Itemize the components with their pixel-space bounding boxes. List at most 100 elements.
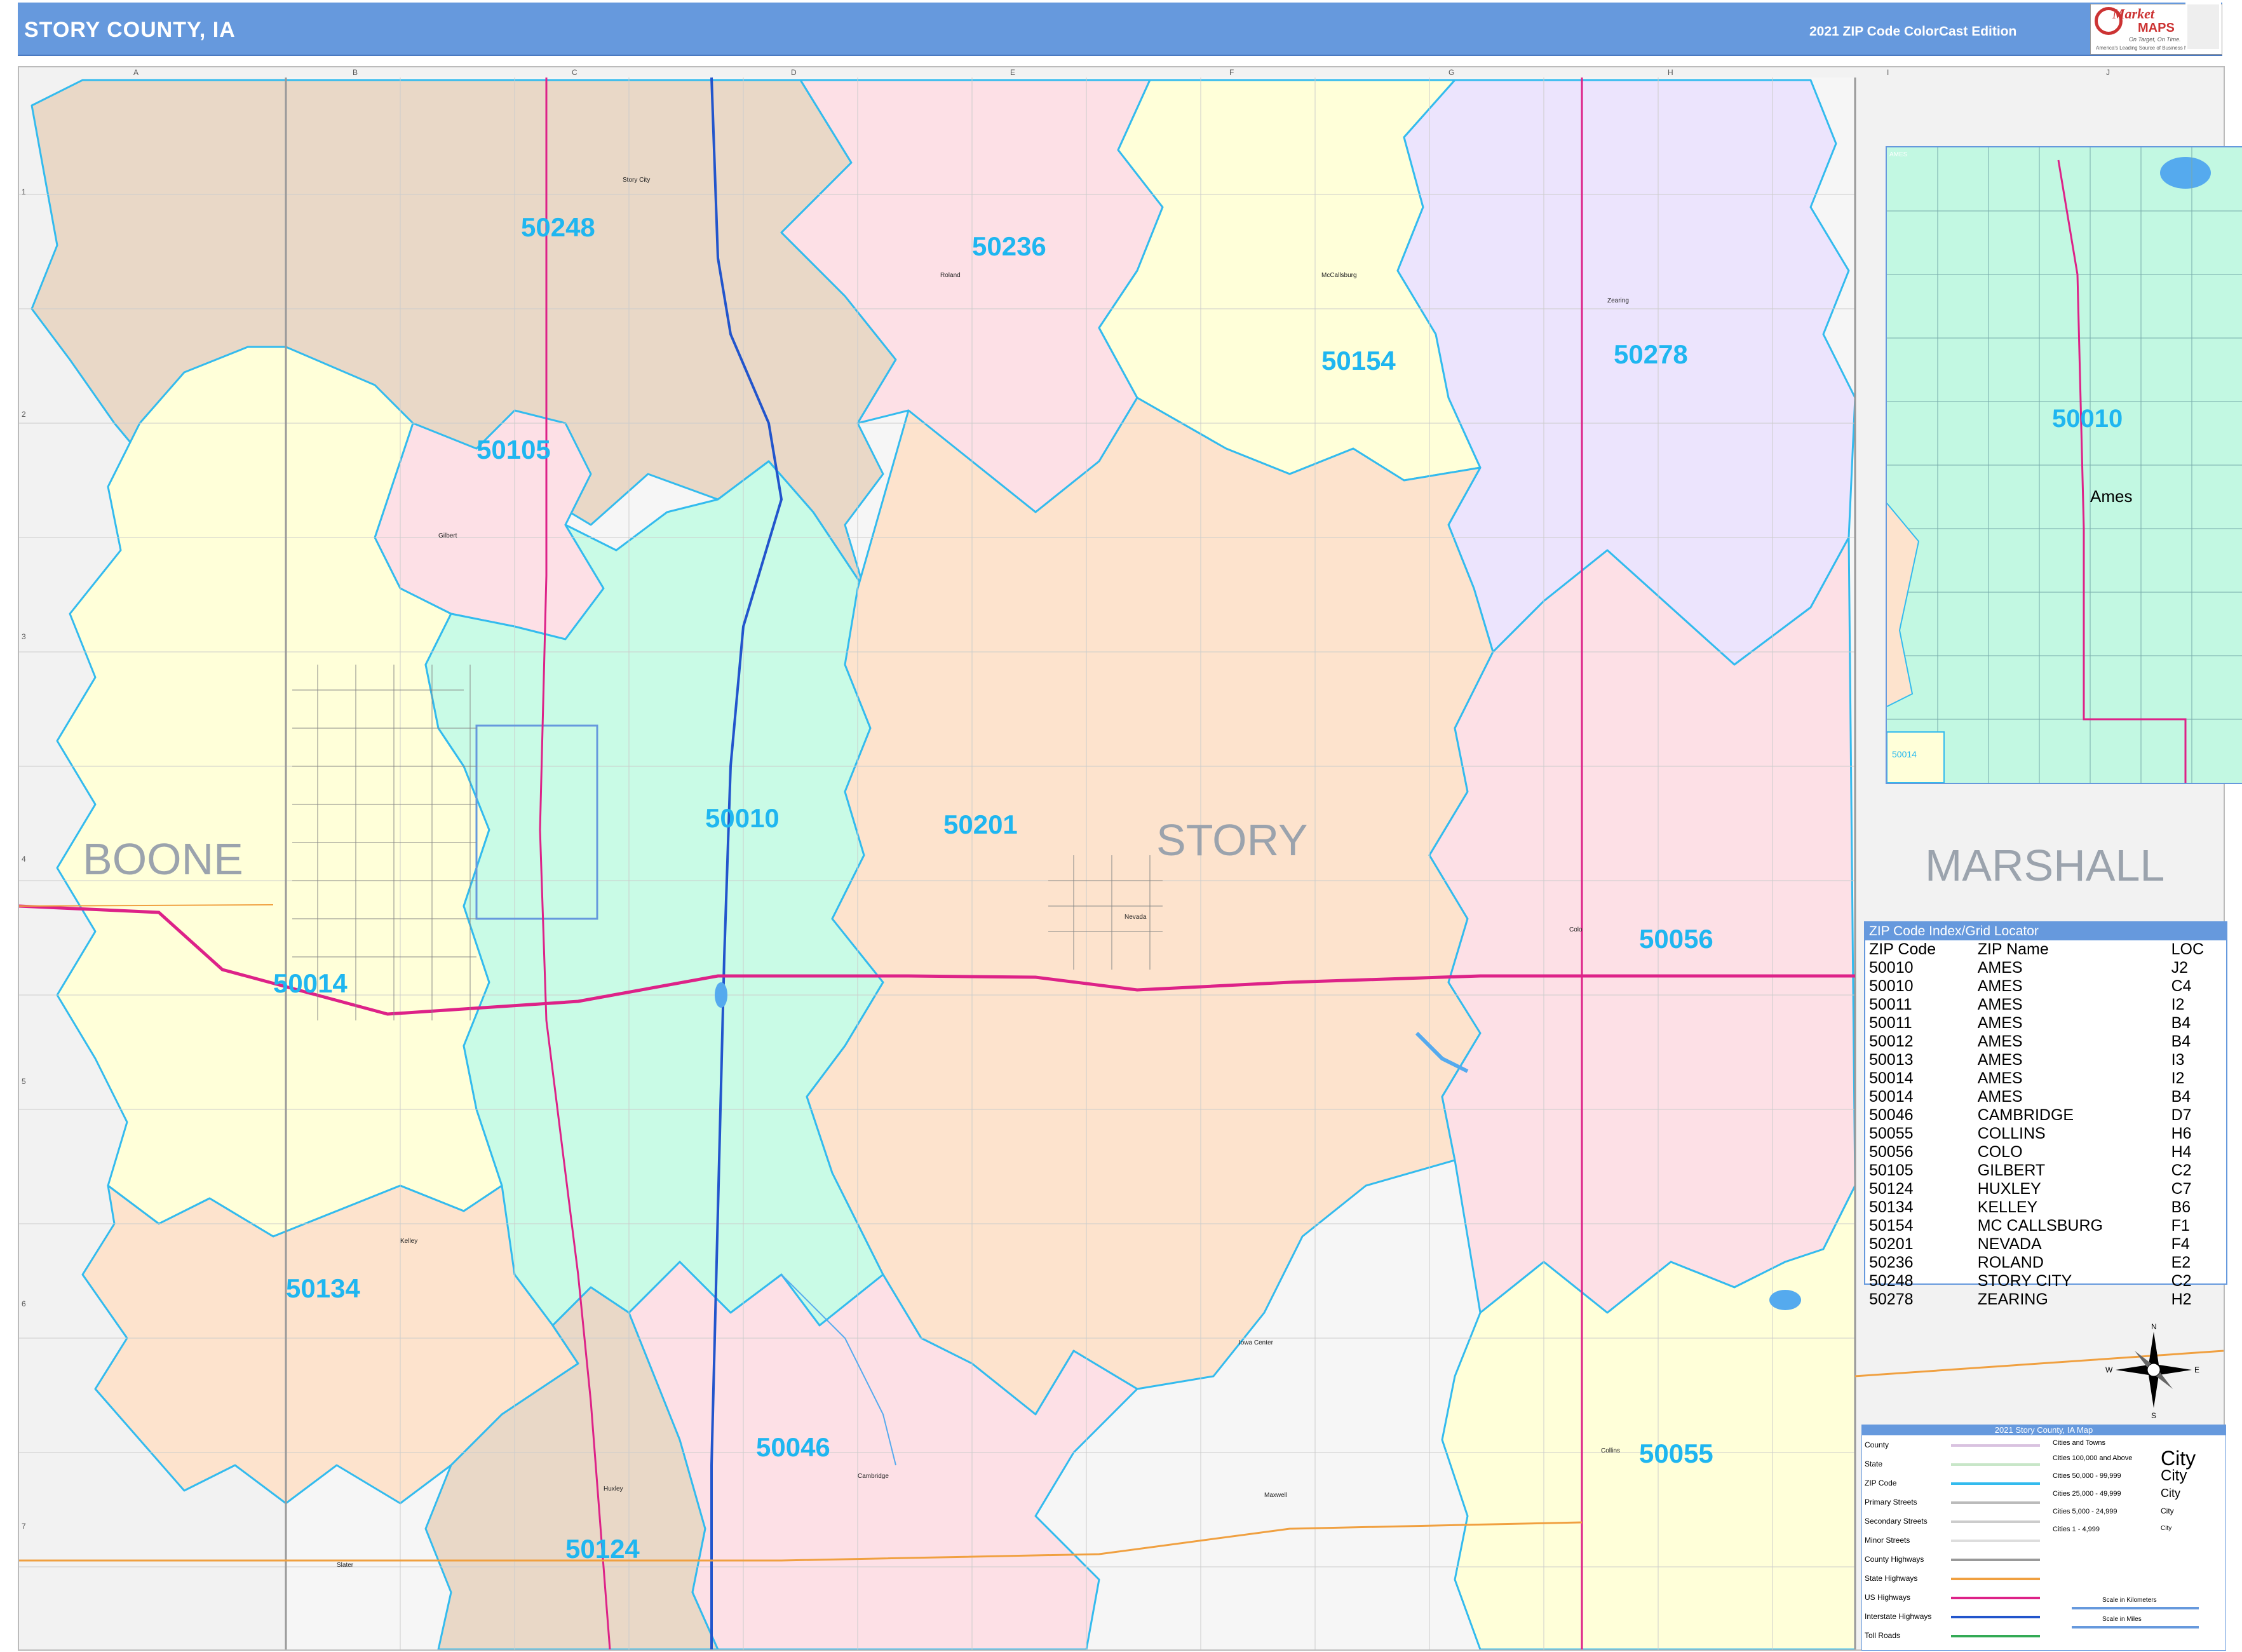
map-legend: 2021 Story County, IA Map County State ZIP… bbox=[1861, 1425, 2226, 1651]
zip-index-row: 50046 CAMBRIDGE D7 bbox=[1865, 1106, 2226, 1125]
county-label-marshall: MARSHALL bbox=[1925, 841, 2164, 890]
zip-index-row: 50105 GILBERT C2 bbox=[1865, 1161, 2226, 1180]
zip-index-col-name: ZIP Name bbox=[1977, 940, 2049, 958]
legend-city-title: Cities and Towns bbox=[2053, 1439, 2105, 1447]
place-story-city: Story City bbox=[623, 177, 650, 184]
place-collins: Collins bbox=[1601, 1447, 1620, 1454]
place-cambridge: Cambridge bbox=[858, 1473, 889, 1480]
zip-index-row: 50134 KELLEY B6 bbox=[1865, 1198, 2226, 1217]
zip-index-cell-code: 50046 bbox=[1869, 1106, 1914, 1124]
grid-col-i: I bbox=[1887, 68, 1889, 77]
inset-title: AMES bbox=[1889, 151, 1908, 158]
zip-index-cell-name: KELLEY bbox=[1977, 1198, 2038, 1216]
zip-index-cell-name: ROLAND bbox=[1977, 1254, 2044, 1271]
grid-row-6: 6 bbox=[22, 1299, 26, 1308]
zip-index-cell-code: 50248 bbox=[1869, 1272, 1914, 1290]
place-kelley: Kelley bbox=[400, 1238, 417, 1245]
zip-index-cell-name: HUXLEY bbox=[1977, 1180, 2041, 1198]
zip-index-cell-name: AMES bbox=[1977, 996, 2023, 1013]
zip-index-table: ZIP Code ZIP Name LOC 50010 AMES J2 50010 AM… bbox=[1865, 940, 2226, 1309]
zip-index-cell-name: AMES bbox=[1977, 1051, 2023, 1069]
zip-index-panel: ZIP Code Index/Grid Locator ZIP Code ZIP… bbox=[1864, 921, 2227, 1308]
legend-item-label: State bbox=[1865, 1459, 1883, 1468]
legend-item-label: Primary Streets bbox=[1865, 1498, 1917, 1506]
zip-index-cell-code: 50124 bbox=[1869, 1180, 1914, 1198]
legend-city-sample: City bbox=[2161, 1506, 2174, 1515]
legend-title: 2021 Story County, IA Map bbox=[1862, 1425, 2225, 1435]
map-frame: A B C D E F G H I J 1 2 3 4 5 6 7 BOONE … bbox=[18, 66, 2242, 1651]
legend-city-sample: City bbox=[2161, 1467, 2187, 1484]
legend-item-swatch bbox=[1951, 1597, 2040, 1599]
zip-index-cell-name: AMES bbox=[1977, 1032, 2023, 1050]
zip-index-row: 50201 NEVADA F4 bbox=[1865, 1235, 2226, 1254]
zip-label-50055: 50055 bbox=[1639, 1439, 1713, 1468]
logo-tagline: On Target, On Time. bbox=[2129, 36, 2181, 43]
zip-index-cell-code: 50154 bbox=[1869, 1217, 1914, 1235]
zip-index-col-code: ZIP Code bbox=[1869, 940, 1936, 958]
place-huxley: Huxley bbox=[604, 1486, 623, 1493]
compass-e: E bbox=[2194, 1365, 2199, 1374]
legend-item-label: ZIP Code bbox=[1865, 1479, 1897, 1487]
legend-item-swatch bbox=[1951, 1559, 2040, 1561]
grid-col-c: C bbox=[572, 68, 577, 77]
grid-col-a: A bbox=[133, 68, 138, 77]
legend-item-label: Toll Roads bbox=[1865, 1631, 1901, 1640]
zip-index-cell-name: AMES bbox=[1977, 1088, 2023, 1106]
zip-index-cell-loc: D7 bbox=[2171, 1106, 2192, 1124]
legend-item-label: Minor Streets bbox=[1865, 1536, 1910, 1545]
zip-label-50124: 50124 bbox=[565, 1534, 640, 1564]
place-nevada: Nevada bbox=[1124, 914, 1147, 921]
zip-index-cell-loc: B6 bbox=[2171, 1198, 2191, 1216]
compass-n: N bbox=[2151, 1322, 2157, 1331]
legend-scale-mi: Scale in Miles bbox=[2102, 1616, 2142, 1623]
zip-index-cell-loc: I2 bbox=[2171, 1069, 2185, 1087]
zip-index-cell-loc: B4 bbox=[2171, 1014, 2191, 1032]
zip-index-cell-code: 50014 bbox=[1869, 1088, 1914, 1106]
legend-scale-mi-bar bbox=[2072, 1626, 2199, 1628]
zip-index-cell-name: AMES bbox=[1977, 1069, 2023, 1087]
zip-index-cell-loc: J2 bbox=[2171, 959, 2188, 977]
legend-city-tier: Cities 5,000 - 24,999 bbox=[2053, 1508, 2117, 1515]
grid-row-4: 4 bbox=[22, 855, 26, 863]
zip-index-cell-code: 50201 bbox=[1869, 1235, 1914, 1253]
edition-label: 2021 ZIP Code ColorCast Edition bbox=[1809, 24, 2017, 39]
zip-index-row: 50011 AMES B4 bbox=[1865, 1014, 2226, 1032]
zip-label-50236: 50236 bbox=[972, 231, 1046, 261]
zip-index-row: 50010 AMES J2 bbox=[1865, 959, 2226, 977]
zip-index-row: 50056 COLO H4 bbox=[1865, 1143, 2226, 1161]
legend-item-label: State Highways bbox=[1865, 1574, 1918, 1583]
legend-item-label: Secondary Streets bbox=[1865, 1517, 1928, 1526]
zip-index-cell-loc: H6 bbox=[2171, 1125, 2192, 1142]
legend-item-swatch bbox=[1951, 1444, 2040, 1447]
logo-word-market: Market bbox=[2112, 6, 2154, 22]
zip-index-row: 50014 AMES I2 bbox=[1865, 1069, 2226, 1088]
zip-index-header-row: ZIP Code ZIP Name LOC bbox=[1865, 940, 2226, 959]
zip-index-row: 50278 ZEARING H2 bbox=[1865, 1290, 2226, 1309]
zip-index-cell-code: 50014 bbox=[1869, 1069, 1914, 1087]
zip-label-50010: 50010 bbox=[705, 803, 780, 833]
zip-label-50248: 50248 bbox=[521, 212, 595, 242]
grid-col-h: H bbox=[1668, 68, 1673, 77]
zip-index-cell-name: AMES bbox=[1977, 977, 2023, 995]
place-gilbert: Gilbert bbox=[438, 532, 457, 539]
zip-index-cell-name: NEVADA bbox=[1977, 1235, 2042, 1253]
zip-index-cell-loc: C7 bbox=[2171, 1180, 2192, 1198]
zip-index-cell-loc: I2 bbox=[2171, 996, 2185, 1013]
zip-index-cell-loc: H2 bbox=[2171, 1290, 2192, 1308]
zip-label-50134: 50134 bbox=[286, 1273, 360, 1303]
lake-water-east bbox=[1769, 1290, 1801, 1310]
grid-col-g: G bbox=[1449, 68, 1454, 77]
compass-s: S bbox=[2151, 1411, 2156, 1420]
zip-index-row: 50248 STORY CITY C2 bbox=[1865, 1272, 2226, 1290]
legend-item-swatch bbox=[1951, 1482, 2040, 1485]
grid-col-f: F bbox=[1229, 68, 1234, 77]
zip-index-row: 50236 ROLAND E2 bbox=[1865, 1254, 2226, 1272]
zip-index-row: 50055 COLLINS H6 bbox=[1865, 1125, 2226, 1143]
grid-row-5: 5 bbox=[22, 1077, 26, 1086]
county-label-boone: BOONE bbox=[83, 834, 243, 884]
legend-item-swatch bbox=[1951, 1501, 2040, 1504]
zip-index-cell-code: 50010 bbox=[1869, 977, 1914, 995]
legend-city-sample: City bbox=[2161, 1487, 2180, 1500]
grid-row-3: 3 bbox=[22, 632, 26, 641]
legend-city-tier: Cities 100,000 and Above bbox=[2053, 1454, 2133, 1462]
